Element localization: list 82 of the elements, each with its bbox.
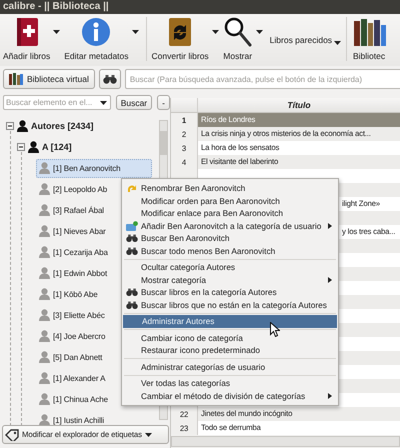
menu-item[interactable]: Administrar categorías de usuario	[122, 360, 338, 373]
dropdown-button[interactable]	[53, 30, 60, 34]
person-icon	[39, 372, 50, 384]
menu-item[interactable]: Buscar libros que no están en la categoría Autores	[122, 298, 338, 311]
toolbar-button[interactable]: Bibliotec	[351, 17, 388, 61]
toolbar-button[interactable]: Añadir libros	[2, 17, 52, 61]
tree-item[interactable]: [4] Joe Abercro	[36, 326, 106, 346]
person-icon	[17, 120, 28, 132]
person-icon	[39, 246, 50, 258]
caret-icon	[100, 100, 107, 105]
toolbar-button[interactable]: Mostrar	[222, 17, 254, 61]
binoculars-icon	[126, 287, 138, 298]
menu-item[interactable]: Cambiar el método de división de categorías	[122, 390, 338, 402]
person-icon	[39, 288, 50, 300]
menu-item[interactable]: Administrar Autores	[123, 315, 337, 328]
menu-item[interactable]: Mostrar categoría	[122, 274, 338, 286]
person-icon	[39, 225, 50, 238]
person-icon	[39, 267, 50, 280]
tree-item[interactable]: [1] Kōbō Abe	[36, 284, 99, 304]
binoculars-icon	[102, 74, 117, 84]
person-icon	[39, 309, 50, 322]
magnifier-icon	[222, 17, 253, 47]
search-field[interactable]: Buscar (Para búsqueda avanzada, pulse el botón de la izquierda)	[124, 69, 400, 89]
tag-icon	[5, 428, 19, 441]
collapse-toggle-icon[interactable]	[17, 143, 25, 152]
person-icon	[39, 204, 50, 216]
tree-item[interactable]: [1] Cezarija Aba	[36, 242, 109, 262]
tree-item[interactable]: [3] Eliette Abéc	[36, 306, 106, 325]
menu-item[interactable]: Modificar orden para Ben Aaronovitch	[122, 194, 338, 207]
window-title: calibre - || Biblioteca ||	[3, 1, 109, 12]
menu-item[interactable]: Buscar libros en la categoría Autores	[122, 286, 338, 298]
virtual-library-button[interactable]: Biblioteca virtual	[3, 69, 95, 89]
menu-item[interactable]: Modificar enlace para Ben Aaronovitch	[122, 207, 338, 220]
toolbar-button[interactable]: Convertir libros	[150, 17, 210, 61]
tree-item[interactable]: [1] Iustin Achilli	[36, 410, 106, 426]
mouse-pointer-icon	[270, 322, 280, 337]
menu-item[interactable]: Añadir Ben Aaronovitch a la categoría de usuario	[122, 220, 338, 232]
caret-icon[interactable]	[334, 41, 342, 45]
advanced-search-button[interactable]	[98, 69, 121, 89]
person-icon	[39, 414, 50, 426]
tree-item[interactable]: [1] Edwin Abbot	[36, 264, 108, 283]
toolbar-button[interactable]: Libros parecidos	[268, 17, 342, 59]
tree-item[interactable]: [3] Rafael Ábal	[36, 200, 105, 220]
person-icon	[39, 183, 50, 196]
folder-plus-icon	[126, 220, 138, 231]
binoculars-icon	[126, 246, 138, 256]
rename-icon	[126, 183, 138, 194]
menu-item[interactable]: Ver todas las categorías	[122, 377, 338, 390]
collapse-button[interactable]: -	[157, 95, 170, 110]
info-icon	[81, 17, 112, 47]
toolbar-button[interactable]: Editar metadatos	[63, 17, 130, 61]
scrollbar[interactable]	[171, 436, 400, 447]
person-icon	[39, 393, 50, 406]
person-icon	[39, 351, 50, 364]
tree-item[interactable]: [1] Alexander A	[36, 368, 106, 388]
tree-item[interactable]: [1] Ben Aaronovitch	[36, 158, 152, 178]
tree-item[interactable]: [1] Chinua Ache	[36, 390, 109, 409]
dropdown-button[interactable]	[212, 30, 219, 34]
menu-item[interactable]: Buscar todo menos Ben Aaronovitch	[122, 244, 338, 257]
tree-item[interactable]: [2] Leopoldo Ab	[36, 180, 108, 199]
menu-item[interactable]: Renombrar Ben Aaronovitch	[122, 182, 338, 194]
find-item-combo[interactable]: Buscar elemento en el...	[3, 95, 111, 110]
dropdown-button[interactable]	[256, 30, 263, 34]
binoculars-icon	[126, 233, 138, 244]
caret-icon	[144, 432, 152, 437]
menu-item[interactable]: Buscar Ben Aaronovitch	[122, 232, 338, 244]
tree-item[interactable]: Autores [2434]	[14, 116, 95, 136]
person-icon	[39, 330, 50, 342]
tree-item[interactable]: [1] Nieves Abar	[36, 222, 107, 241]
person-icon	[39, 162, 50, 174]
menu-item[interactable]: Cambiar icono de categoría	[122, 332, 338, 344]
find-button[interactable]: Buscar	[116, 95, 152, 110]
collapse-toggle-icon[interactable]	[6, 122, 14, 130]
books-icon	[352, 17, 386, 47]
dropdown-button[interactable]	[132, 30, 139, 34]
person-icon	[28, 141, 39, 154]
tree-item[interactable]: [5] Dan Abnett	[36, 348, 104, 367]
books-icon	[9, 73, 23, 85]
binoculars-icon	[126, 300, 138, 310]
tree-item[interactable]: A [124]	[25, 138, 73, 157]
menu-item[interactable]: Ocultar categoría Autores	[122, 261, 338, 274]
menu-item[interactable]: Restaurar icono predeterminado	[122, 344, 338, 356]
